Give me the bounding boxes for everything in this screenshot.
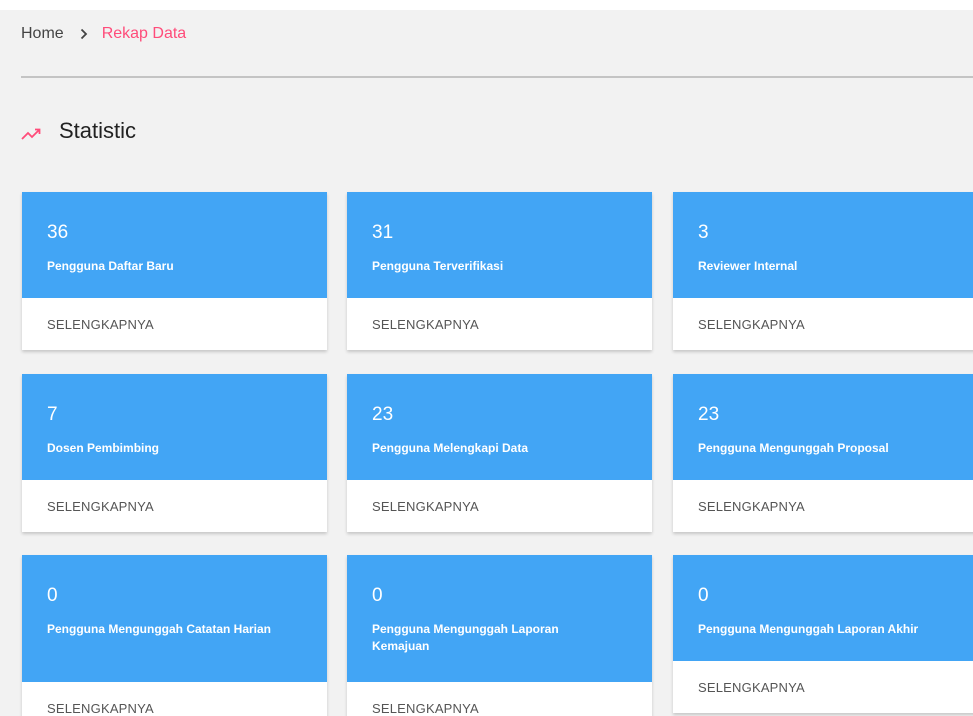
stat-card: 0 Pengguna Mengunggah Laporan Akhir SELE… bbox=[673, 555, 973, 713]
card-value: 36 bbox=[47, 222, 69, 243]
card-more-link[interactable]: SELENGKAPNYA bbox=[22, 298, 327, 350]
card-label: Pengguna Melengkapi Data bbox=[372, 441, 529, 455]
card-label: Pengguna Terverifikasi bbox=[372, 259, 504, 273]
card-header: 23 Pengguna Melengkapi Data bbox=[347, 374, 652, 480]
card-value: 23 bbox=[372, 404, 394, 425]
breadcrumb: Home Rekap Data bbox=[21, 25, 186, 43]
card-header: 3 Reviewer Internal bbox=[673, 192, 973, 298]
card-value: 0 bbox=[47, 585, 58, 606]
divider bbox=[21, 76, 973, 78]
card-header: 23 Pengguna Mengunggah Proposal bbox=[673, 374, 973, 480]
stat-card: 7 Dosen Pembimbing SELENGKAPNYA bbox=[22, 374, 327, 532]
section-header: Statistic bbox=[21, 118, 136, 144]
trending-up-icon bbox=[21, 126, 43, 142]
card-more-link[interactable]: SELENGKAPNYA bbox=[22, 682, 327, 716]
card-value: 23 bbox=[698, 404, 720, 425]
card-more-link[interactable]: SELENGKAPNYA bbox=[347, 682, 652, 716]
stat-card: 23 Pengguna Mengunggah Proposal SELENGKA… bbox=[673, 374, 973, 532]
chevron-right-icon bbox=[80, 28, 88, 40]
breadcrumb-home-link[interactable]: Home bbox=[21, 25, 64, 43]
card-value: 7 bbox=[47, 404, 58, 425]
card-more-link[interactable]: SELENGKAPNYA bbox=[22, 480, 327, 532]
card-value: 3 bbox=[698, 222, 709, 243]
card-label: Pengguna Mengunggah Proposal bbox=[698, 441, 889, 455]
stat-card: 0 Pengguna Mengunggah Laporan Kemajuan S… bbox=[347, 555, 652, 716]
card-more-link[interactable]: SELENGKAPNYA bbox=[673, 298, 973, 350]
breadcrumb-current: Rekap Data bbox=[101, 25, 187, 42]
section-title: Statistic bbox=[59, 118, 137, 143]
card-more-link[interactable]: SELENGKAPNYA bbox=[673, 661, 973, 713]
stat-card: 23 Pengguna Melengkapi Data SELENGKAPNYA bbox=[347, 374, 652, 532]
stat-card: 3 Reviewer Internal SELENGKAPNYA bbox=[673, 192, 973, 350]
card-value: 0 bbox=[372, 585, 383, 606]
card-header: 7 Dosen Pembimbing bbox=[22, 374, 327, 480]
stat-card: 31 Pengguna Terverifikasi SELENGKAPNYA bbox=[347, 192, 652, 350]
card-label: Pengguna Mengunggah Catatan Harian bbox=[47, 622, 272, 636]
card-value: 0 bbox=[698, 585, 709, 606]
card-more-link[interactable]: SELENGKAPNYA bbox=[347, 480, 652, 532]
stat-card: 36 Pengguna Daftar Baru SELENGKAPNYA bbox=[22, 192, 327, 350]
card-label: Pengguna Mengunggah Laporan Kemajuan bbox=[372, 622, 559, 653]
card-value: 31 bbox=[372, 222, 394, 243]
content-area: Home Rekap Data Statistic 36 Pengguna Da… bbox=[0, 10, 973, 716]
card-header: 0 Pengguna Mengunggah Laporan Kemajuan bbox=[347, 555, 652, 682]
card-header: 0 Pengguna Mengunggah Laporan Akhir bbox=[673, 555, 973, 661]
card-label: Pengguna Daftar Baru bbox=[47, 259, 174, 273]
card-header: 31 Pengguna Terverifikasi bbox=[347, 192, 652, 298]
card-label: Dosen Pembimbing bbox=[47, 441, 160, 455]
card-more-link[interactable]: SELENGKAPNYA bbox=[347, 298, 652, 350]
card-more-link[interactable]: SELENGKAPNYA bbox=[673, 480, 973, 532]
stat-card: 0 Pengguna Mengunggah Catatan Harian SEL… bbox=[22, 555, 327, 716]
card-label: Reviewer Internal bbox=[698, 259, 798, 273]
card-label: Pengguna Mengunggah Laporan Akhir bbox=[698, 622, 919, 636]
card-header: 0 Pengguna Mengunggah Catatan Harian bbox=[22, 555, 327, 682]
card-header: 36 Pengguna Daftar Baru bbox=[22, 192, 327, 298]
